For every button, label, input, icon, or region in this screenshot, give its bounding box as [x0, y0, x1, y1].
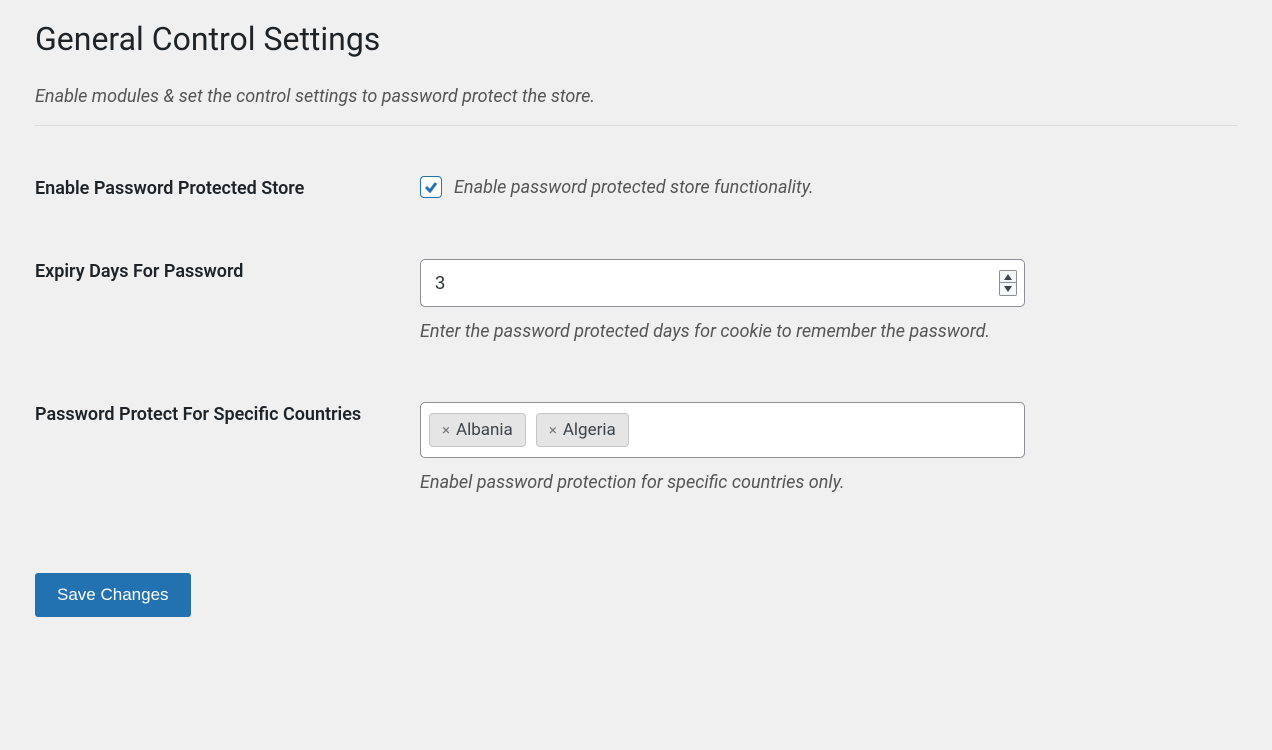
countries-help: Enabel password protection for specific … — [420, 472, 1237, 493]
countries-label: Password Protect For Specific Countries — [35, 402, 420, 425]
enable-option-text: Enable password protected store function… — [454, 177, 814, 198]
page-title: General Control Settings — [35, 20, 1237, 58]
country-tag[interactable]: × Albania — [429, 413, 526, 447]
number-spinner — [999, 270, 1017, 296]
page-description: Enable modules & set the control setting… — [35, 86, 1237, 107]
countries-input[interactable]: × Albania × Algeria — [420, 402, 1025, 458]
field-row-countries: Password Protect For Specific Countries … — [35, 402, 1237, 493]
remove-icon[interactable]: × — [549, 421, 557, 439]
remove-icon[interactable]: × — [442, 421, 450, 439]
chevron-down-icon — [1004, 286, 1012, 292]
field-row-expiry: Expiry Days For Password Enter the passw… — [35, 259, 1237, 342]
checkmark-icon — [423, 179, 439, 195]
expiry-help: Enter the password protected days for co… — [420, 321, 1237, 342]
enable-checkbox[interactable] — [420, 176, 442, 198]
spinner-up-button[interactable] — [1000, 271, 1016, 283]
country-tag-label: Albania — [456, 420, 513, 440]
enable-label: Enable Password Protected Store — [35, 176, 420, 199]
country-tag[interactable]: × Algeria — [536, 413, 629, 447]
field-row-enable: Enable Password Protected Store Enable p… — [35, 176, 1237, 199]
chevron-up-icon — [1004, 274, 1012, 280]
expiry-input-wrap — [420, 259, 1025, 307]
divider — [35, 125, 1237, 126]
save-button[interactable]: Save Changes — [35, 573, 191, 617]
country-tag-label: Algeria — [563, 420, 616, 440]
expiry-input[interactable] — [420, 259, 1025, 307]
expiry-label: Expiry Days For Password — [35, 259, 420, 282]
enable-checkbox-wrap: Enable password protected store function… — [420, 176, 1237, 198]
spinner-down-button[interactable] — [1000, 283, 1016, 295]
